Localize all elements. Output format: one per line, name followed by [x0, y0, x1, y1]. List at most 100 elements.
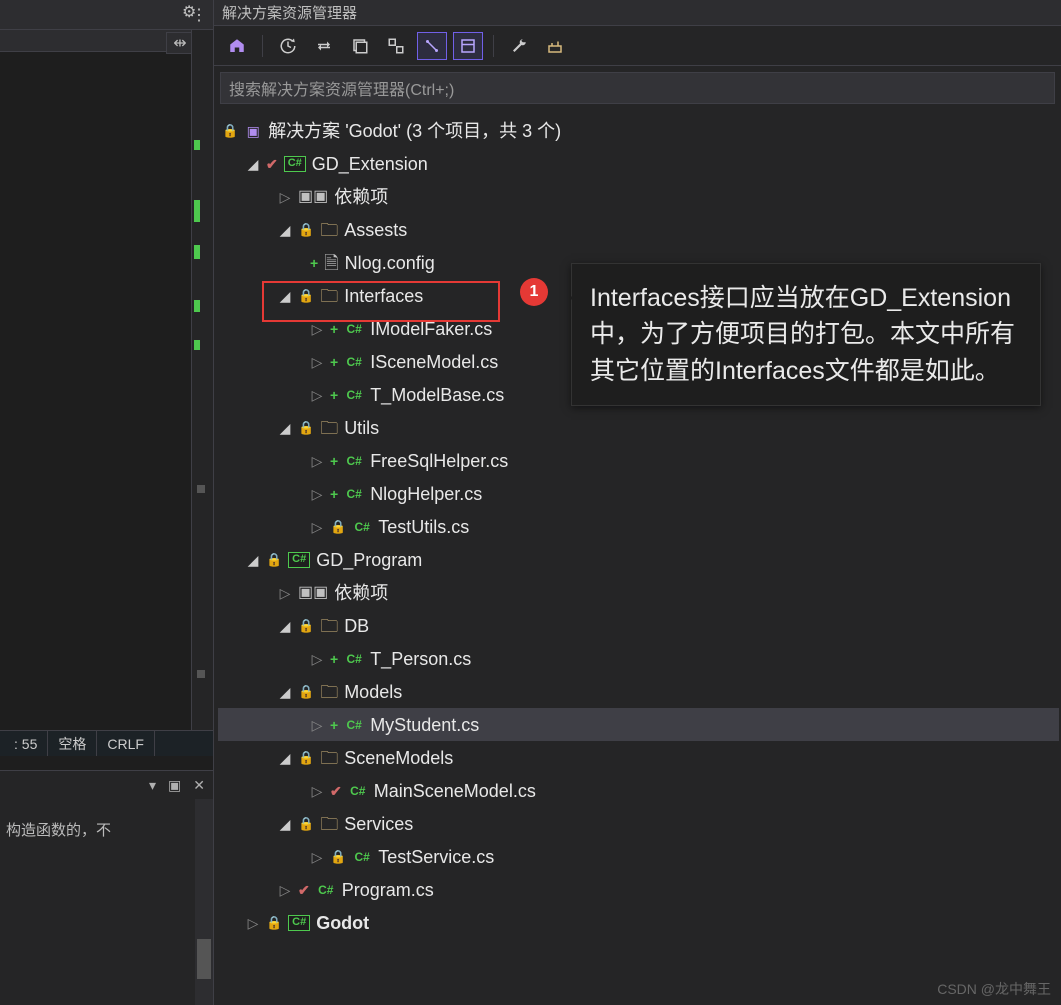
file-program[interactable]: ▷ ✔ C# Program.cs	[218, 873, 1059, 906]
solution-search[interactable]: 搜索解决方案资源管理器(Ctrl+;)	[220, 72, 1055, 104]
status-indent[interactable]: 空格	[48, 731, 97, 756]
folder-services[interactable]: ◢ 🔒 🗀 Services	[218, 807, 1059, 840]
node-label: Nlog.config	[345, 254, 435, 272]
expand-icon[interactable]: ▷	[310, 652, 324, 666]
expand-icon[interactable]: ▷	[310, 520, 324, 534]
file-tperson[interactable]: ▷ + C# T_Person.cs	[218, 642, 1059, 675]
properties-icon[interactable]	[540, 32, 570, 60]
expand-icon[interactable]: ▷	[278, 586, 292, 600]
project-godot[interactable]: ▷ 🔒 C# Godot	[218, 906, 1059, 939]
file-testservice[interactable]: ▷ 🔒 C# TestService.cs	[218, 840, 1059, 873]
node-label: Assests	[344, 221, 407, 239]
folder-utils[interactable]: ◢ 🔒 🗀 Utils	[218, 411, 1059, 444]
toolbar-separator	[493, 35, 494, 57]
expand-icon[interactable]: ◢	[278, 817, 292, 831]
folder-icon: 🗀	[320, 815, 338, 833]
expand-icon[interactable]: ◢	[278, 751, 292, 765]
expand-icon[interactable]: ▷	[278, 883, 292, 897]
dependencies-node[interactable]: ▷ ▣▣ 依赖项	[218, 576, 1059, 609]
file-testutils[interactable]: ▷ 🔒 C# TestUtils.cs	[218, 510, 1059, 543]
status-eol[interactable]: CRLF	[97, 731, 155, 756]
editor-scrollbar[interactable]	[191, 30, 213, 730]
csharp-icon: C#	[344, 354, 364, 370]
node-label: TestUtils.cs	[378, 518, 469, 536]
lock-icon: 🔒	[298, 751, 314, 764]
solution-node[interactable]: 🔒 ▣ 解决方案 'Godot' (3 个项目，共 3 个)	[218, 114, 1059, 147]
annotation-callout: Interfaces接口应当放在GD_Extension中，为了方便项目的打包。…	[571, 263, 1041, 406]
dependencies-node[interactable]: ▷ ▣▣ 依赖项	[218, 180, 1059, 213]
expand-icon[interactable]: ◢	[278, 223, 292, 237]
expand-icon[interactable]: ▷	[246, 916, 260, 930]
git-modified-icon: ✔	[330, 784, 342, 798]
node-label: ISceneModel.cs	[370, 353, 498, 371]
project-gd-program[interactable]: ◢ 🔒 C# GD_Program	[218, 543, 1059, 576]
status-column[interactable]: : 55	[4, 731, 48, 756]
node-label: Program.cs	[342, 881, 434, 899]
watermark: CSDN @龙中舞王	[937, 979, 1051, 999]
expand-icon[interactable]: ▷	[310, 487, 324, 501]
show-all-icon[interactable]	[417, 32, 447, 60]
expand-icon[interactable]: ◢	[278, 619, 292, 633]
split-handle-icon[interactable]: ⇹	[166, 32, 194, 54]
git-added-icon: +	[310, 256, 318, 270]
folder-assests[interactable]: ◢ 🔒 🗀 Assests	[218, 213, 1059, 246]
lock-icon: 🔒	[298, 619, 314, 632]
folder-icon: 🗀	[320, 221, 338, 239]
git-added-icon: +	[330, 652, 338, 666]
node-label: 依赖项	[334, 584, 388, 602]
sync-icon[interactable]	[309, 32, 339, 60]
expand-icon[interactable]: ◢	[278, 685, 292, 699]
home-icon[interactable]	[222, 32, 252, 60]
folder-scenemodels[interactable]: ◢ 🔒 🗀 SceneModels	[218, 741, 1059, 774]
csproj-icon: C#	[288, 552, 310, 568]
dropdown-icon[interactable]: ▾	[149, 777, 156, 794]
scrollbar-thumb[interactable]	[197, 939, 211, 979]
csharp-icon: C#	[344, 387, 364, 403]
pin-icon[interactable]: ▣	[168, 777, 181, 794]
file-freesqlhelper[interactable]: ▷ + C# FreeSqlHelper.cs	[218, 444, 1059, 477]
git-added-icon: +	[330, 454, 338, 468]
editor-combo[interactable]: ▾	[0, 30, 191, 52]
project-gd-extension[interactable]: ◢ ✔ C# GD_Extension	[218, 147, 1059, 180]
filter-icon[interactable]	[453, 32, 483, 60]
node-label: MyStudent.cs	[370, 716, 479, 734]
folder-db[interactable]: ◢ 🔒 🗀 DB	[218, 609, 1059, 642]
expand-icon[interactable]: ▷	[310, 784, 324, 798]
gear-icon[interactable]: ⚙	[182, 2, 196, 22]
expand-icon[interactable]: ▷	[310, 454, 324, 468]
solution-explorer-toolbar	[214, 26, 1061, 66]
expand-icon[interactable]: ◢	[278, 289, 292, 303]
collapse-icon[interactable]	[381, 32, 411, 60]
csharp-icon: C#	[344, 321, 364, 337]
file-mystudent[interactable]: ▷ + C# MyStudent.cs	[218, 708, 1059, 741]
expand-icon[interactable]: ◢	[246, 553, 260, 567]
node-label: DB	[344, 617, 369, 635]
file-nloghelper[interactable]: ▷ + C# NlogHelper.cs	[218, 477, 1059, 510]
expand-icon[interactable]: ▷	[310, 850, 324, 864]
wrench-icon[interactable]	[504, 32, 534, 60]
lock-icon: 🔒	[298, 421, 314, 434]
close-icon[interactable]: ✕	[193, 777, 205, 794]
folder-icon: 🗀	[320, 749, 338, 767]
solution-tree[interactable]: 🔒 ▣ 解决方案 'Godot' (3 个项目，共 3 个) ◢ ✔ C# GD…	[214, 110, 1061, 1005]
solution-icon: ▣	[244, 123, 262, 139]
toolbar-separator	[262, 35, 263, 57]
history-icon[interactable]	[273, 32, 303, 60]
expand-icon[interactable]: ▷	[310, 718, 324, 732]
expand-icon[interactable]: ▷	[278, 190, 292, 204]
project-label: Godot	[316, 914, 369, 932]
csharp-icon: C#	[316, 882, 336, 898]
editor-status-bar: : 55 空格 CRLF	[0, 730, 213, 756]
save-all-icon[interactable]	[345, 32, 375, 60]
expand-icon[interactable]: ▷	[310, 388, 324, 402]
csproj-icon: C#	[284, 156, 306, 172]
folder-models[interactable]: ◢ 🔒 🗀 Models	[218, 675, 1059, 708]
expand-icon[interactable]: ▷	[310, 322, 324, 336]
expand-icon[interactable]: ▷	[310, 355, 324, 369]
expand-icon[interactable]: ◢	[246, 157, 260, 171]
lower-scrollbar[interactable]	[195, 799, 213, 1005]
file-mainscenemodel[interactable]: ▷ ✔ C# MainSceneModel.cs	[218, 774, 1059, 807]
lower-panel-header: ▾ ▣ ✕	[0, 771, 213, 799]
git-added-icon: +	[330, 718, 338, 732]
expand-icon[interactable]: ◢	[278, 421, 292, 435]
